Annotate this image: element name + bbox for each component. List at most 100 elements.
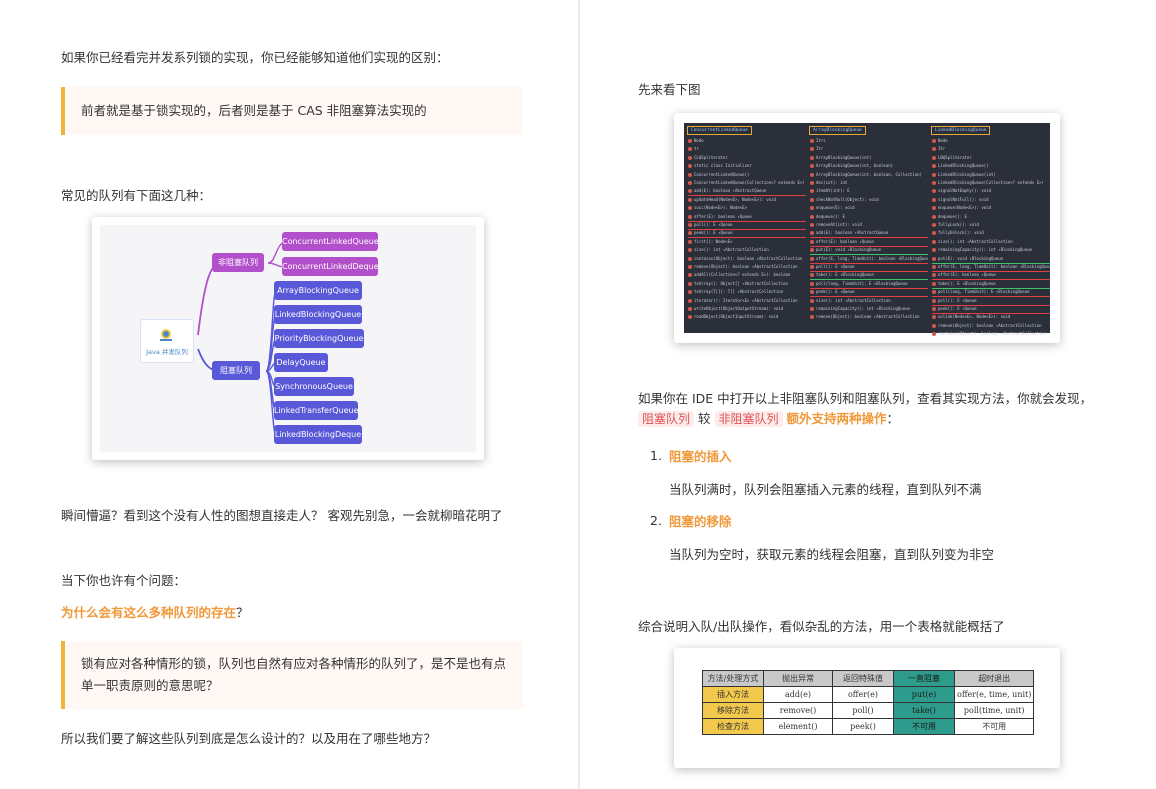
method-icon: [932, 223, 936, 227]
table-row: 移除方法 remove() poll() take() poll(time, u…: [702, 702, 1035, 719]
method-icon: [932, 189, 936, 194]
blockquote-text: 锁有应对各种情形的锁，队列也自然有应对各种情形的队列了，是不是也有点单一职责原则…: [81, 656, 507, 693]
ide-member-label: succ(Node<E>): Node<E>: [694, 205, 747, 211]
ide-member-row: addAll(Collection<? extends E>): boolean: [688, 271, 806, 279]
ide-member-label: dec(int): int: [816, 180, 848, 185]
colon: ：: [886, 411, 900, 426]
method-icon: [810, 223, 814, 227]
list-desc-blocking-remove: 当队列为空时，获取元素的线程会阻塞，直到队列变为非空: [669, 547, 995, 562]
ide-member-label: take(): E ↑BlockingQueue: [938, 280, 996, 286]
table-header-cell: 一直阻塞: [893, 670, 955, 687]
ide-member-row: size(): int ↑AbstractCollection: [810, 297, 928, 305]
blockquote-single-responsibility: 锁有应对各种情形的锁，队列也自然有应对各种情形的队列了，是不是也有点单一职责原则…: [61, 641, 523, 709]
method-icon: [810, 206, 814, 211]
ide-member-label: writeObject(ObjectOutputStream): void: [694, 306, 784, 311]
method-icon: [810, 214, 814, 219]
ide-member-label: fullyUnlock(): void: [938, 230, 984, 236]
method-icon: [932, 248, 936, 253]
method-icon: [810, 231, 814, 236]
ide-member-row: removeAt(int): void: [810, 221, 928, 229]
ide-member-label: Itr: [938, 146, 946, 152]
ide-member-label: updateHead(Node<E>, Node<E>): void: [694, 196, 776, 202]
ide-member-row: itemAt(int): E: [810, 187, 928, 195]
paragraph-extra-ops: 阻塞队列 较 非阻塞队列 额外支持两种操作：: [638, 409, 899, 429]
ide-member-label: addAll(Collection<? extends E>): boolean: [694, 272, 791, 278]
table-row: 检查方法 element() peek() 不可用 不可用: [702, 718, 1035, 735]
ide-member-row: toArray(): Object[] ↑AbstractCollection: [688, 280, 806, 288]
ide-member-label: offer(E, long, TimeUnit): boolean ↑Block…: [816, 255, 928, 261]
method-icon: [810, 281, 814, 286]
table-cell: add(e): [763, 686, 833, 703]
method-icon: [932, 155, 936, 160]
ide-member-row: fullyLock(): void: [932, 221, 1050, 229]
paragraph-confused: 瞬间懵逼？看到这个没有人性的图想直接走人？ 客观先别急，一会就柳暗花明了: [61, 508, 503, 523]
ide-member-label: poll(long, TimeUnit): E ↑BlockingQueue: [938, 289, 1030, 295]
ide-member-label: size(): int ↑AbstractCollection: [694, 247, 769, 253]
ide-member-row: LinkedBlockingQueue(): [932, 162, 1050, 170]
ide-member-row: Itrs: [810, 137, 928, 145]
table-cell: take(): [893, 702, 955, 719]
blockquote-cas: 前者就是基于锁实现的，后者则是基于 CAS 非阻塞算法实现的: [61, 87, 523, 135]
mindmap-root: Java 并发队列: [140, 319, 194, 363]
method-icon: [810, 189, 814, 194]
ide-member-label: ArrayBlockingQueue(int, boolean): [816, 163, 894, 169]
ide-member-label: take(): E ↑BlockingQueue: [816, 272, 874, 278]
method-icon: [688, 315, 692, 320]
ide-member-label: put(E): void ↑BlockingQueue: [816, 247, 882, 253]
ide-member-row: remainingCapacity(): int ↑BlockingQueue: [932, 246, 1050, 254]
ide-member-label: dequeue(): E: [938, 213, 967, 219]
table-header-cell: 抛出异常: [763, 670, 833, 687]
paragraph-queue-types: 常见的队列有下面这几种：: [61, 188, 212, 203]
method-icon: [688, 164, 692, 169]
ide-member-label: poll(): E ↑Queue: [694, 222, 733, 227]
paragraph-design: 所以我们要了解这些队列到底是怎么设计的？以及用在了哪些地方？: [61, 731, 437, 746]
ide-member-label: peek(): E ↑Queue: [938, 306, 977, 311]
ide-member-label: Itr: [816, 146, 824, 152]
table-cell: put(e): [893, 686, 955, 703]
ide-member-label: contains(Object): boolean ↑AbstractColle…: [938, 331, 1047, 337]
method-icon: [810, 197, 814, 202]
paragraph-table-summary: 综合说明入队/出队操作，看似杂乱的方法，用一个表格就能概括了: [638, 619, 1005, 634]
paragraph-see-figure: 先来看下图: [638, 82, 701, 97]
method-icon: [810, 164, 814, 169]
method-icon: [688, 223, 692, 227]
method-icon: [932, 273, 936, 278]
ide-member-label: remainingCapacity(): int ↑BlockingQueue: [816, 306, 910, 311]
node-linked-blocking-deque: LinkedBlockingDeque: [274, 425, 362, 444]
ide-member-row: ArrayBlockingQueue(int, boolean, Collect…: [810, 171, 928, 179]
ide-member-label: toArray(): Object[] ↑AbstractCollection: [694, 280, 788, 286]
table-header-row: 方法/处理方式 抛出异常 返回特殊值 一直阻塞 超时退出: [702, 670, 1035, 687]
table-cell: peek(): [832, 718, 894, 735]
ide-column: LinkedBlockingQueue Node Itr LBQSpliterator…: [928, 123, 1052, 337]
node-delay-queue: DelayQueue: [274, 353, 328, 372]
ide-member-row: remove(Object): boolean ↑AbstractCollect…: [688, 263, 806, 271]
table-cell: 不可用: [893, 718, 955, 735]
ide-member-row: CLQSpliterator: [688, 154, 806, 162]
ide-member-row: contains(Object): boolean ↑AbstractColle…: [932, 330, 1050, 338]
ide-class-header: ArrayBlockingQueue: [809, 126, 866, 135]
node-blocking-queue: 阻塞队列: [212, 361, 260, 380]
ide-member-row: signalNotEmpty(): void: [932, 187, 1050, 195]
ide-member-label: enqueue(E): void: [816, 205, 855, 211]
method-icon: [688, 181, 692, 185]
list-title-blocking-insert: 阻塞的插入: [669, 449, 732, 464]
ide-member-label: add(E): boolean ↑AbstractQueue: [816, 230, 889, 236]
method-icon: [688, 139, 692, 143]
ide-member-row: static class Initializer: [688, 162, 806, 170]
ide-member-row: size(): int ↑AbstractCollection: [688, 246, 806, 254]
node-linked-blocking-queue: LinkedBlockingQueue: [274, 305, 362, 324]
method-icon: [688, 307, 692, 311]
method-icon: [932, 290, 936, 295]
ide-member-label: fullyLock(): void: [938, 222, 979, 227]
method-icon: [932, 332, 936, 337]
ide-member-label: CLQSpliterator: [694, 154, 728, 160]
ide-member-label: offer(E): boolean ↑Queue: [938, 272, 996, 278]
than-text: 较: [698, 411, 711, 426]
ide-member-row: enqueue(E): void: [810, 204, 928, 212]
table-cell: 移除方法: [702, 702, 764, 719]
ide-member-row: Itr: [810, 145, 928, 153]
ide-class-header: ConcurrentLinkedQueue: [687, 126, 752, 135]
method-icon: [810, 248, 814, 253]
method-icon: [688, 197, 692, 202]
method-icon: [932, 281, 936, 286]
